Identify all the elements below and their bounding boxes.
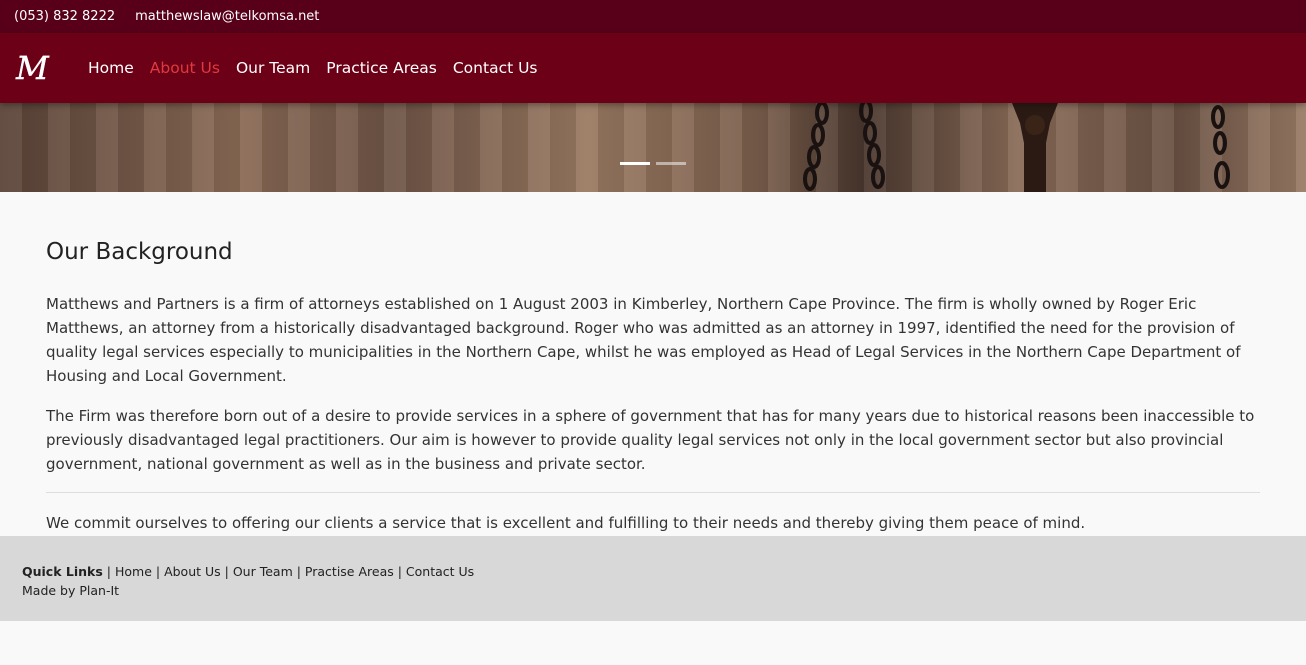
background-paragraph-2: The Firm was therefore born out of a des… <box>46 407 1255 473</box>
site-footer: Quick Links | Home | About Us | Our Team… <box>0 536 1306 621</box>
quick-links-label: Quick Links <box>22 564 103 579</box>
commitment-paragraph: We commit ourselves to offering our clie… <box>46 514 1086 532</box>
nav-contact-us[interactable]: Contact Us <box>453 59 538 77</box>
nav-about-us[interactable]: About Us <box>150 59 220 77</box>
hero-carousel[interactable] <box>0 103 1306 192</box>
nav-home[interactable]: Home <box>88 59 134 77</box>
scales-of-justice-image <box>803 103 1230 192</box>
carousel-indicator-1[interactable] <box>620 162 650 165</box>
nav-practice-areas[interactable]: Practice Areas <box>326 59 437 77</box>
quick-links: Quick Links | Home | About Us | Our Team… <box>22 564 475 579</box>
svg-text:M: M <box>15 51 50 85</box>
background-paragraph-1: Matthews and Partners is a firm of attor… <box>46 295 1241 385</box>
email-address: matthewslaw@telkomsa.net <box>135 9 320 24</box>
main-navbar: M Home About Us Our Team Practice Areas … <box>0 33 1306 103</box>
footer-link-our-team[interactable]: Our Team <box>233 564 293 579</box>
content-divider <box>46 492 1260 493</box>
footer-link-practise-areas[interactable]: Practise Areas <box>305 564 394 579</box>
phone-number: (053) 832 8222 <box>14 9 116 24</box>
footer-credit: Made by Plan-It <box>22 583 120 598</box>
carousel-indicator-2[interactable] <box>656 162 686 165</box>
main-content: Our Background Matthews and Partners is … <box>0 192 1306 536</box>
footer-link-contact-us[interactable]: Contact Us <box>406 564 474 579</box>
carousel-indicators <box>620 162 686 165</box>
nav-our-team[interactable]: Our Team <box>236 59 310 77</box>
footer-link-home[interactable]: Home <box>115 564 152 579</box>
page-title: Our Background <box>46 239 233 265</box>
top-contact-bar: (053) 832 8222 matthewslaw@telkomsa.net <box>0 0 1306 33</box>
footer-link-about-us[interactable]: About Us <box>164 564 221 579</box>
firm-logo[interactable]: M <box>14 51 66 85</box>
